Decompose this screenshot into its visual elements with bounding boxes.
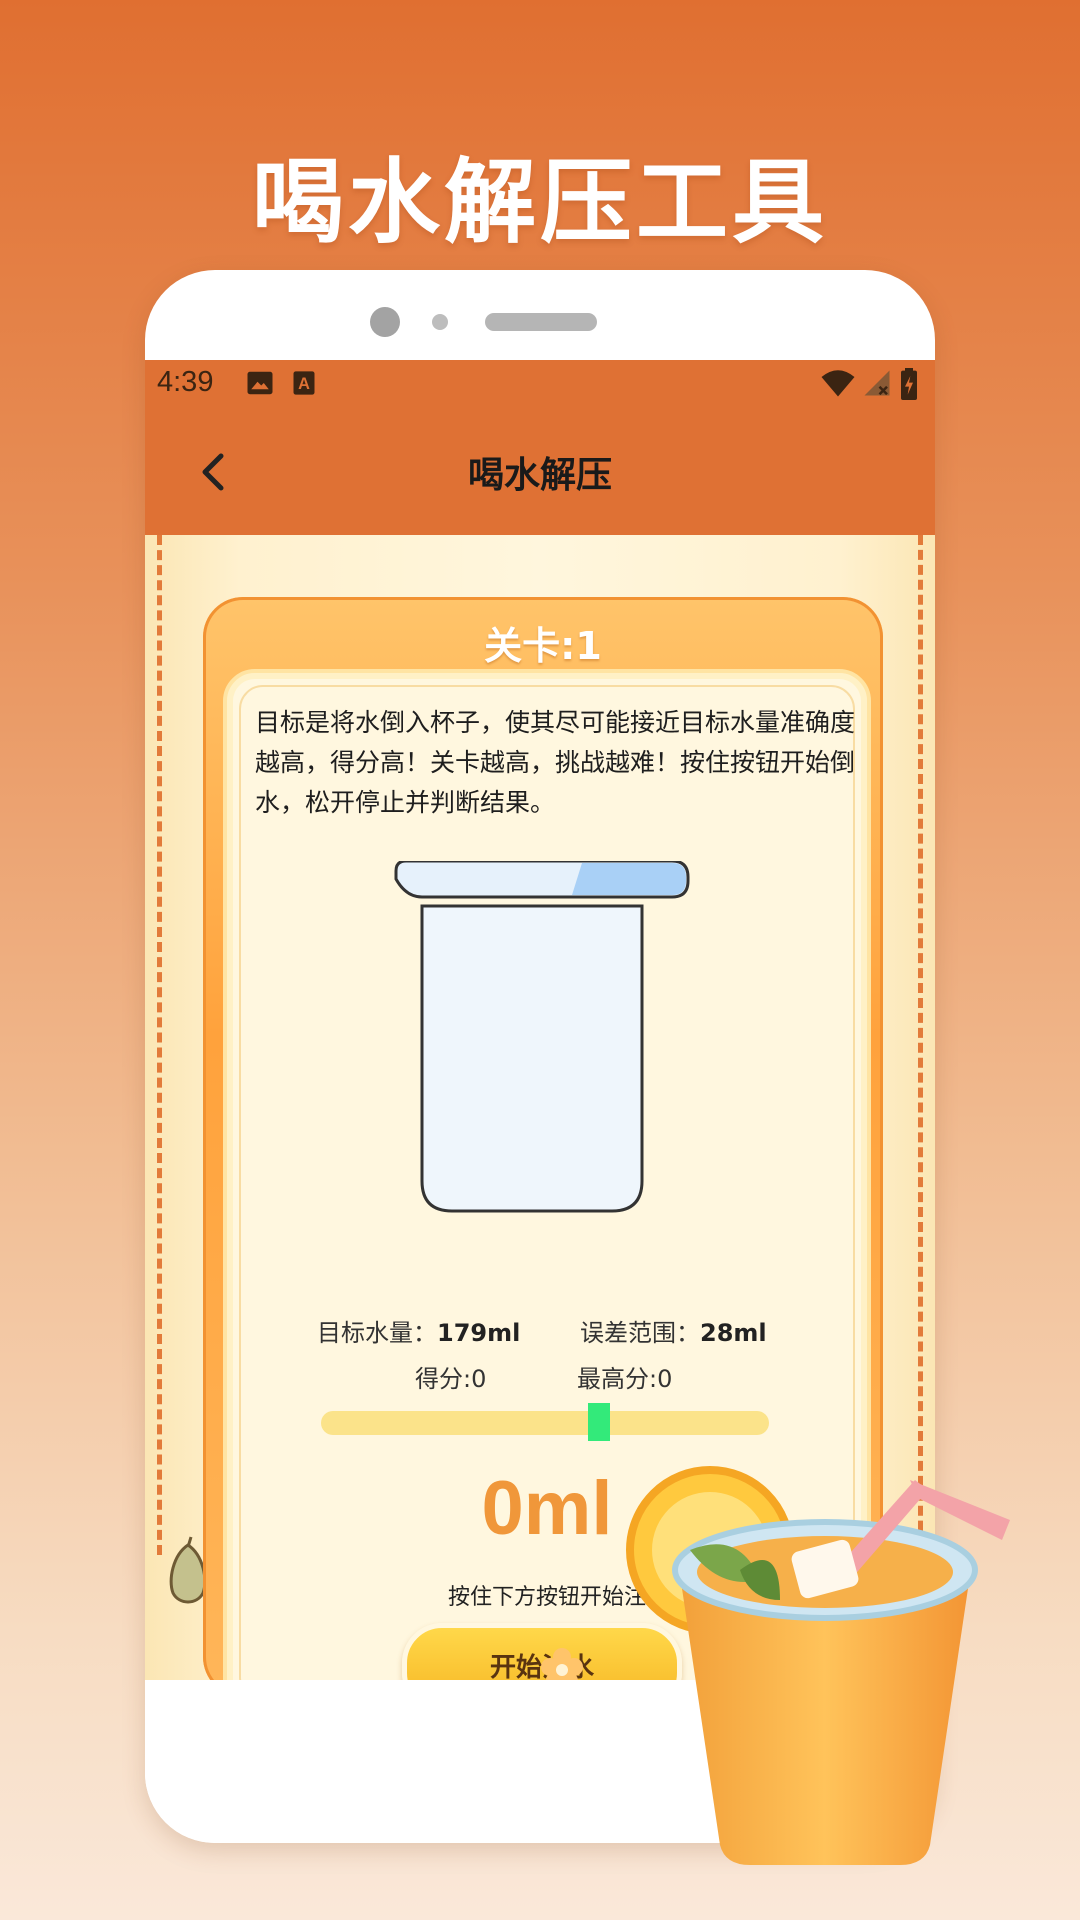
game-description: 目标是将水倒入杯子，使其尽可能接近目标水量准确度越高，得分高！关卡越高，挑战越难… (255, 708, 856, 817)
water-cup (394, 861, 690, 1213)
milk-tea-cup-icon (626, 1466, 1010, 1865)
camera-icon (370, 307, 400, 337)
target-value: 179ml (437, 1319, 521, 1347)
app-bar-title: 喝水解压 (467, 455, 612, 496)
svg-text:A: A (298, 375, 310, 393)
target-label: 目标水量： (317, 1319, 437, 1347)
dashed-border-left (157, 535, 162, 1555)
best-score-text: 最高分:0 (577, 1365, 673, 1393)
flower-decoration-icon (541, 1648, 583, 1680)
speaker-icon (485, 313, 597, 331)
tolerance-row: 误差范围：28ml (580, 1313, 767, 1348)
image-icon (247, 371, 273, 395)
app-bar: 喝水解压 (145, 412, 935, 535)
wifi-icon (821, 370, 855, 397)
headline: 喝水解压工具 (251, 149, 828, 256)
sensor-icon (432, 314, 448, 330)
a-badge-icon: A (293, 371, 315, 395)
score-text: 得分:0 (415, 1365, 487, 1393)
tolerance-label: 误差范围： (580, 1319, 700, 1347)
status-time: 4:39 (157, 366, 214, 398)
accuracy-slider-track (321, 1411, 769, 1435)
target-amount-row: 目标水量：179ml (317, 1313, 520, 1348)
accuracy-slider-marker (587, 1403, 610, 1441)
signal-icon (864, 370, 890, 396)
level-title: 关卡:1 (484, 624, 602, 668)
tolerance-value: 28ml (700, 1319, 767, 1347)
battery-icon (901, 368, 917, 400)
status-bar: 4:39 A (145, 360, 935, 412)
